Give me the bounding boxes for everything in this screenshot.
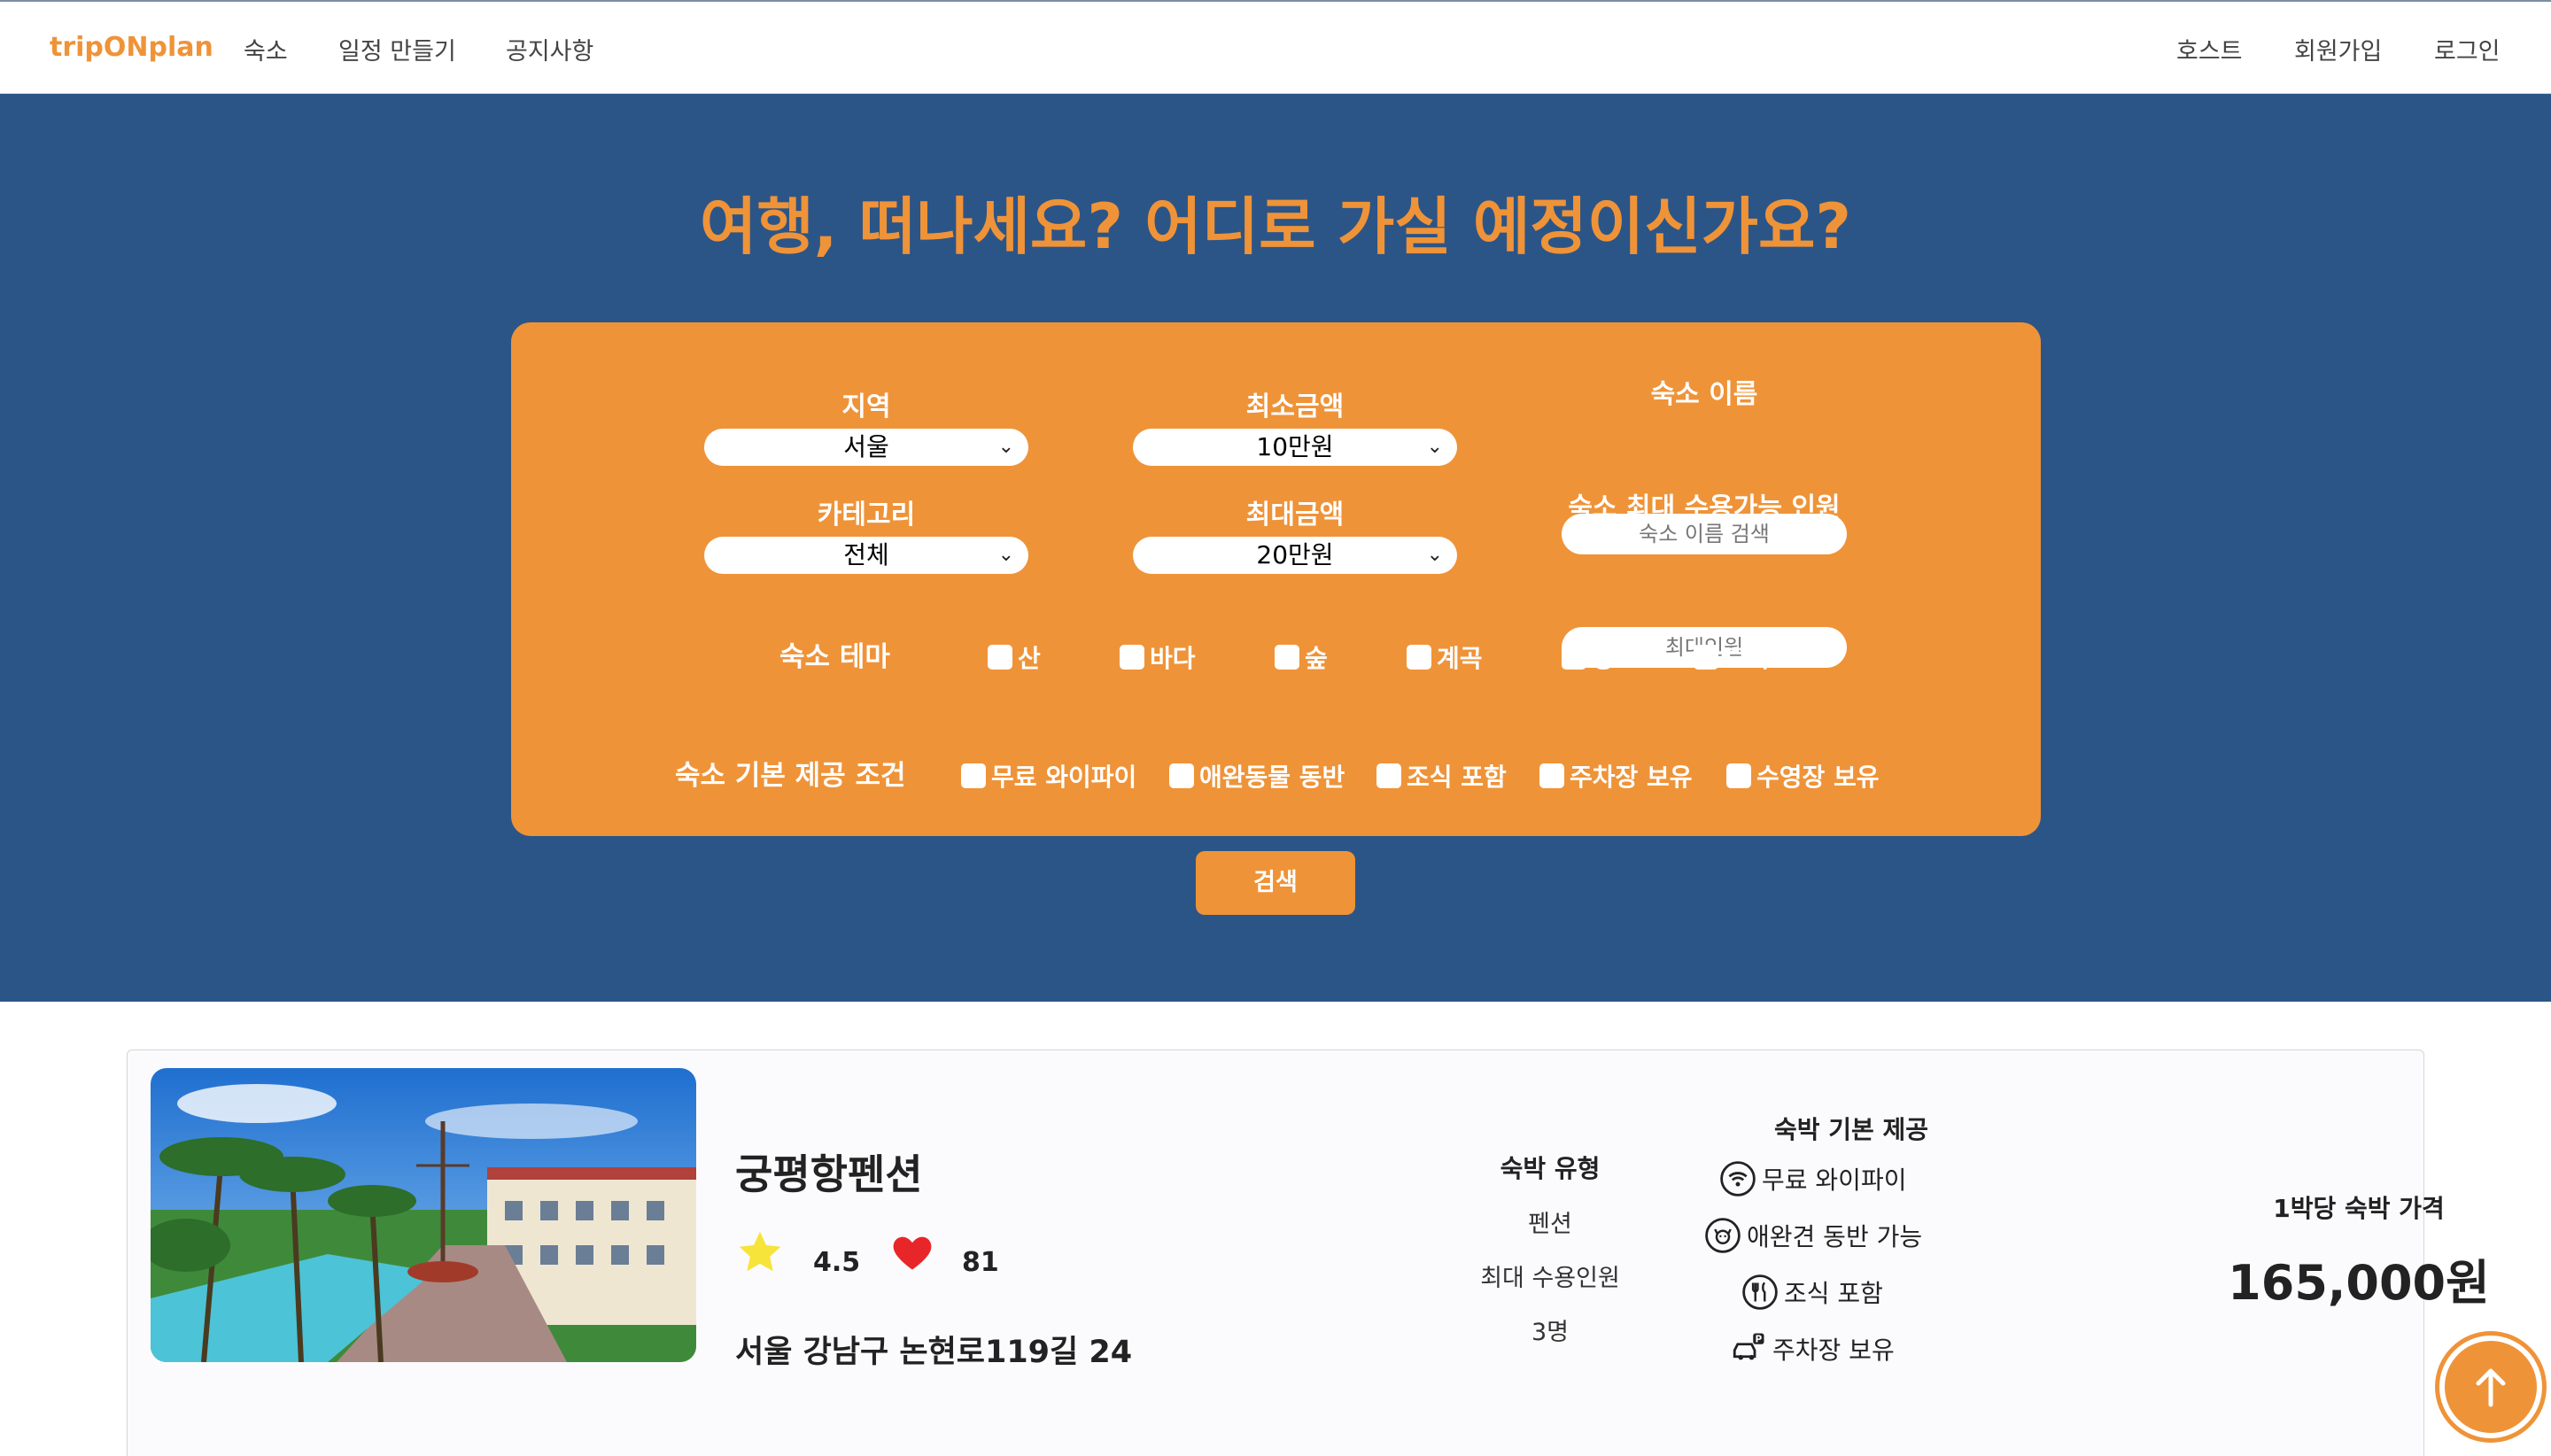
nav-link-planner[interactable]: 일정 만들기 xyxy=(338,32,456,66)
checkbox-box[interactable] xyxy=(1539,763,1564,788)
listing-card[interactable]: 궁평항펜션 4.5 81 서울 강남구 논현로119길 24 숙박 유형 펜션 … xyxy=(127,1049,2490,1456)
checkbox-label: 조식 포함 xyxy=(1407,763,1507,792)
checkbox-label: 계곡 xyxy=(1437,644,1483,673)
max-price-label: 최대금액 xyxy=(1245,500,1345,531)
dog-icon xyxy=(1705,1218,1741,1253)
checkbox-box[interactable] xyxy=(1562,645,1586,670)
theme-checkbox-sea[interactable]: 바다 xyxy=(1120,639,1196,675)
checkbox-box[interactable] xyxy=(1694,645,1718,670)
checkbox-box[interactable] xyxy=(1407,645,1431,670)
theme-label: 숙소 테마 xyxy=(779,641,890,673)
arrow-up-icon xyxy=(2476,1368,2506,1407)
checkbox-label: 수영장 보유 xyxy=(1756,763,1880,792)
theme-checkbox-forest[interactable]: 숲 xyxy=(1275,639,1328,675)
stay-type-label: 숙박 유형 xyxy=(1500,1154,1601,1183)
amenities-title-wrap: 숙박 기본 제공 xyxy=(1727,1111,1975,1146)
wifi-icon xyxy=(1720,1161,1756,1197)
star-icon xyxy=(735,1228,785,1281)
min-price-label: 최소금액 xyxy=(1245,391,1345,422)
name-label: 숙소 이름 xyxy=(1650,379,1758,410)
region-select[interactable]: 서울 ⌄ xyxy=(704,429,1028,466)
min-price-select-value: 10만원 xyxy=(1256,432,1334,461)
amenity-checkbox-breakfast[interactable]: 조식 포함 xyxy=(1376,758,1507,794)
heart-icon[interactable] xyxy=(889,1229,935,1279)
nav-link-notice[interactable]: 공지사항 xyxy=(506,32,593,66)
cutlery-icon xyxy=(1742,1274,1778,1310)
nav-link-signup[interactable]: 회원가입 xyxy=(2294,32,2382,66)
amenity-label: 숙소 기본 제공 조건 xyxy=(675,760,906,792)
checkbox-box[interactable] xyxy=(1726,763,1751,788)
checkbox-box[interactable] xyxy=(1376,763,1401,788)
checkbox-label: 바다 xyxy=(1150,644,1196,673)
checkbox-box[interactable] xyxy=(1120,645,1144,670)
amenity-checkbox-pet[interactable]: 애완동물 동반 xyxy=(1169,758,1345,794)
amenity-breakfast: 조식 포함 xyxy=(1741,1274,1883,1311)
search-button[interactable]: 검색 xyxy=(1196,851,1355,915)
hero-section: 여행, 떠나세요? 어디로 가실 예정이신가요? 지역 서울 ⌄ 카테고리 전체… xyxy=(0,94,2551,1002)
region-label: 지역 xyxy=(841,391,891,422)
listing-title[interactable]: 궁평항펜션 xyxy=(735,1142,923,1201)
checkbox-label: 숲 xyxy=(1305,644,1328,673)
amenity-wifi: 무료 와이파이 xyxy=(1719,1160,1906,1197)
checkbox-label: 강 xyxy=(1592,644,1615,673)
min-price-select[interactable]: 10만원 ⌄ xyxy=(1133,429,1457,466)
checkbox-label: 애완동물 동반 xyxy=(1199,763,1345,792)
region-select-value: 서울 xyxy=(843,432,889,461)
hero-title: 여행, 떠나세요? 어디로 가실 예정이신가요? xyxy=(699,190,1852,263)
max-price-select-value: 20만원 xyxy=(1256,540,1334,569)
scroll-top-button[interactable] xyxy=(2439,1336,2542,1438)
category-label: 카테고리 xyxy=(817,500,916,531)
amenity-parking: P 주차장 보유 xyxy=(1730,1330,1895,1367)
nav-link-login[interactable]: 로그인 xyxy=(2434,32,2501,66)
amenity-label: 주차장 보유 xyxy=(1772,1336,1895,1365)
chevron-down-icon: ⌄ xyxy=(1426,436,1443,458)
checkbox-label: 도시 xyxy=(1724,644,1770,673)
theme-checkbox-river[interactable]: 강 xyxy=(1562,639,1615,675)
amenity-checkbox-wifi[interactable]: 무료 와이파이 xyxy=(961,758,1136,794)
capacity-label: 숙소 최대 수용가능 인원 xyxy=(1568,492,1841,523)
checkbox-box[interactable] xyxy=(988,645,1012,670)
listing-photo[interactable] xyxy=(151,1068,696,1362)
theme-checkbox-city[interactable]: 도시 xyxy=(1694,639,1770,675)
brand-logo[interactable]: tripONplan xyxy=(50,32,213,63)
price-label: 1박당 숙박 가격 xyxy=(2273,1194,2445,1223)
like-count: 81 xyxy=(962,1247,999,1278)
theme-checkbox-mountain[interactable]: 산 xyxy=(988,639,1041,675)
rating-value: 4.5 xyxy=(813,1247,861,1278)
stay-info-column: 숙박 유형 펜션 최대 수용인원 3명 xyxy=(1426,1150,1674,1347)
listing-address: 서울 강남구 논현로119길 24 xyxy=(735,1335,1133,1370)
nav-link-stays[interactable]: 숙소 xyxy=(244,32,288,66)
checkbox-label: 산 xyxy=(1018,644,1041,673)
theme-checkbox-valley[interactable]: 계곡 xyxy=(1407,639,1483,675)
svg-text:P: P xyxy=(1756,1335,1763,1345)
price-value: 165,000원 xyxy=(2228,1255,2490,1311)
amenity-checkbox-pool[interactable]: 수영장 보유 xyxy=(1726,758,1880,794)
checkbox-label: 주차장 보유 xyxy=(1570,763,1693,792)
chevron-down-icon: ⌄ xyxy=(997,544,1014,566)
chevron-down-icon: ⌄ xyxy=(997,436,1014,458)
checkbox-box[interactable] xyxy=(961,763,986,788)
top-navbar: tripONplan 숙소 일정 만들기 공지사항 호스트 회원가입 로그인 xyxy=(0,0,2551,94)
parking-car-icon: P xyxy=(1733,1333,1764,1360)
amenity-label: 무료 와이파이 xyxy=(1762,1166,1907,1195)
category-select-value: 전체 xyxy=(843,540,889,569)
category-select[interactable]: 전체 ⌄ xyxy=(704,537,1028,574)
chevron-down-icon: ⌄ xyxy=(1426,544,1443,566)
checkbox-box[interactable] xyxy=(1275,645,1299,670)
capacity-value: 3명 xyxy=(1531,1319,1570,1346)
amenities-title: 숙박 기본 제공 xyxy=(1773,1115,1929,1144)
amenity-label: 애완견 동반 가능 xyxy=(1747,1222,1923,1251)
checkbox-label: 무료 와이파이 xyxy=(991,763,1137,792)
checkbox-box[interactable] xyxy=(1169,763,1194,788)
nav-link-host[interactable]: 호스트 xyxy=(2176,32,2243,66)
amenity-pet: 애완견 동반 가능 xyxy=(1704,1217,1922,1254)
stay-type-value: 펜션 xyxy=(1528,1211,1572,1238)
max-price-select[interactable]: 20만원 ⌄ xyxy=(1133,537,1457,574)
capacity-label: 최대 수용인원 xyxy=(1480,1265,1620,1292)
resort-photo xyxy=(151,1068,696,1362)
amenity-checkbox-parking[interactable]: 주차장 보유 xyxy=(1539,758,1693,794)
search-panel: 지역 서울 ⌄ 카테고리 전체 ⌄ 최소금액 10만원 ⌄ 최대금액 20만원 … xyxy=(511,322,2041,836)
amenity-label: 조식 포함 xyxy=(1784,1279,1883,1308)
